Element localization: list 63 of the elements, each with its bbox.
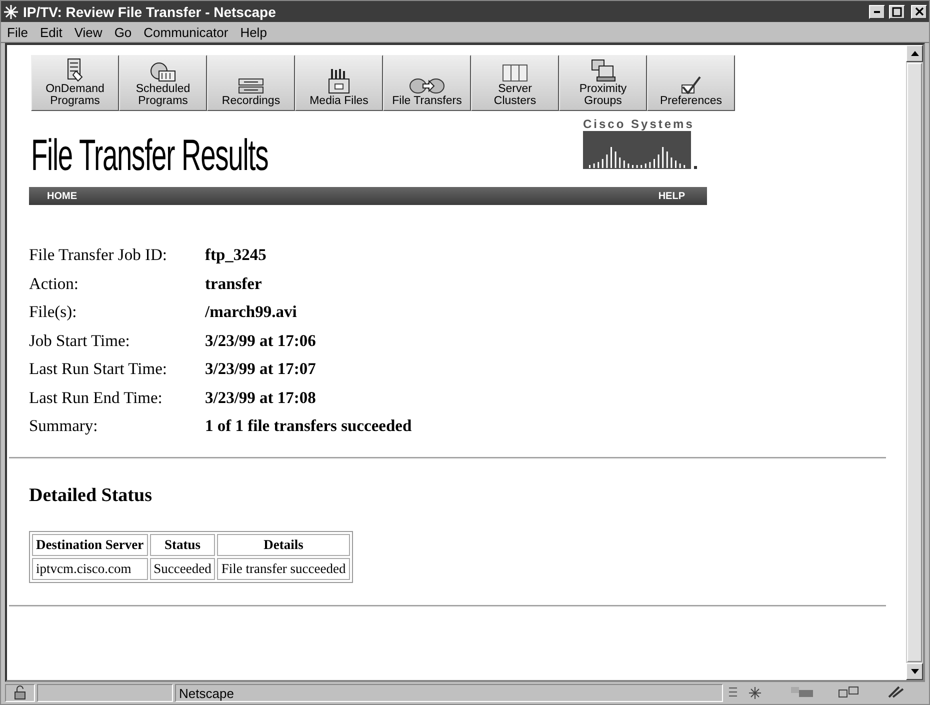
toolbar-button[interactable]: Scheduled Programs <box>119 55 207 111</box>
toolbar-button[interactable]: Media Files <box>295 55 383 111</box>
scroll-down-button[interactable] <box>906 663 923 680</box>
logo-text: Cisco Systems <box>583 117 694 131</box>
scroll-up-button[interactable] <box>906 45 923 62</box>
help-link[interactable]: HELP <box>658 190 685 202</box>
transfers-icon <box>409 78 445 94</box>
scrollbar[interactable] <box>906 45 923 680</box>
toolbar-button[interactable]: File Transfers <box>383 55 471 111</box>
field-value: 1 of 1 file transfers succeeded <box>205 416 413 435</box>
scheduled-icon <box>150 62 176 82</box>
menu-item[interactable]: View <box>74 24 102 40</box>
app-icon <box>3 4 19 20</box>
column-header: Destination Server <box>32 534 148 556</box>
proximity-icon <box>590 59 616 82</box>
column-header: Details <box>217 534 350 556</box>
menu-item[interactable]: Communicator <box>144 24 228 40</box>
maximize-button[interactable] <box>889 4 905 18</box>
field-value: 3/23/99 at 17:08 <box>205 388 317 406</box>
table-cell: File transfer succeeded <box>217 558 350 580</box>
toolbar-button[interactable]: OnDemand Programs <box>31 55 119 111</box>
maximize-icon <box>892 6 902 16</box>
menu-item[interactable]: File <box>7 24 28 40</box>
section-title: Detailed Status <box>29 485 153 507</box>
menu-item[interactable]: Edit <box>40 24 62 40</box>
field-label: File Transfer Job ID: <box>29 245 168 264</box>
preferences-icon <box>681 75 701 94</box>
column-header: Status <box>150 534 216 556</box>
page-title: File Transfer Results <box>31 131 270 181</box>
menu-item[interactable]: Go <box>114 24 132 40</box>
media-icon <box>328 68 350 94</box>
field-label: Job Start Time: <box>29 330 131 350</box>
toolbar-button[interactable]: Server Clusters <box>471 55 559 111</box>
close-icon <box>914 7 924 16</box>
down-arrow-icon <box>910 669 918 674</box>
field-value: ftp_3245 <box>205 245 268 264</box>
field-label: Summary: <box>29 416 99 435</box>
close-button[interactable] <box>911 4 927 18</box>
table-cell: iptvcm.cisco.com <box>32 558 148 580</box>
menu-item[interactable]: Help <box>240 24 267 40</box>
up-arrow-icon <box>910 51 918 56</box>
field-value: 3/23/99 at 17:06 <box>205 330 317 350</box>
table-cell: Succeeded <box>150 558 216 580</box>
field-label: Last Run End Time: <box>29 388 164 406</box>
toolbar-button[interactable]: Preferences <box>647 55 735 111</box>
toolbar-button[interactable]: Proximity Groups <box>559 55 647 111</box>
logo-bars-icon <box>583 131 699 171</box>
field-label: File(s): <box>29 302 78 321</box>
lock-icon[interactable] <box>5 684 35 702</box>
toolbar-button[interactable]: Recordings <box>207 55 295 111</box>
window-title: IP/TV: Review File Transfer - Netscape <box>23 4 277 20</box>
field-value: 3/23/99 at 17:07 <box>205 359 317 378</box>
field-value: transfer <box>205 274 263 292</box>
field-label: Action: <box>29 274 80 292</box>
ondemand-icon <box>66 58 84 82</box>
home-link[interactable]: HOME <box>47 190 77 202</box>
minimize-button[interactable] <box>869 4 885 18</box>
minimize-icon <box>874 10 880 12</box>
recordings-icon <box>238 78 264 94</box>
field-value: /march99.avi <box>205 302 298 321</box>
servers-icon <box>502 64 528 82</box>
field-label: Last Run Start Time: <box>29 359 168 378</box>
status-text: Netscape <box>179 686 234 700</box>
